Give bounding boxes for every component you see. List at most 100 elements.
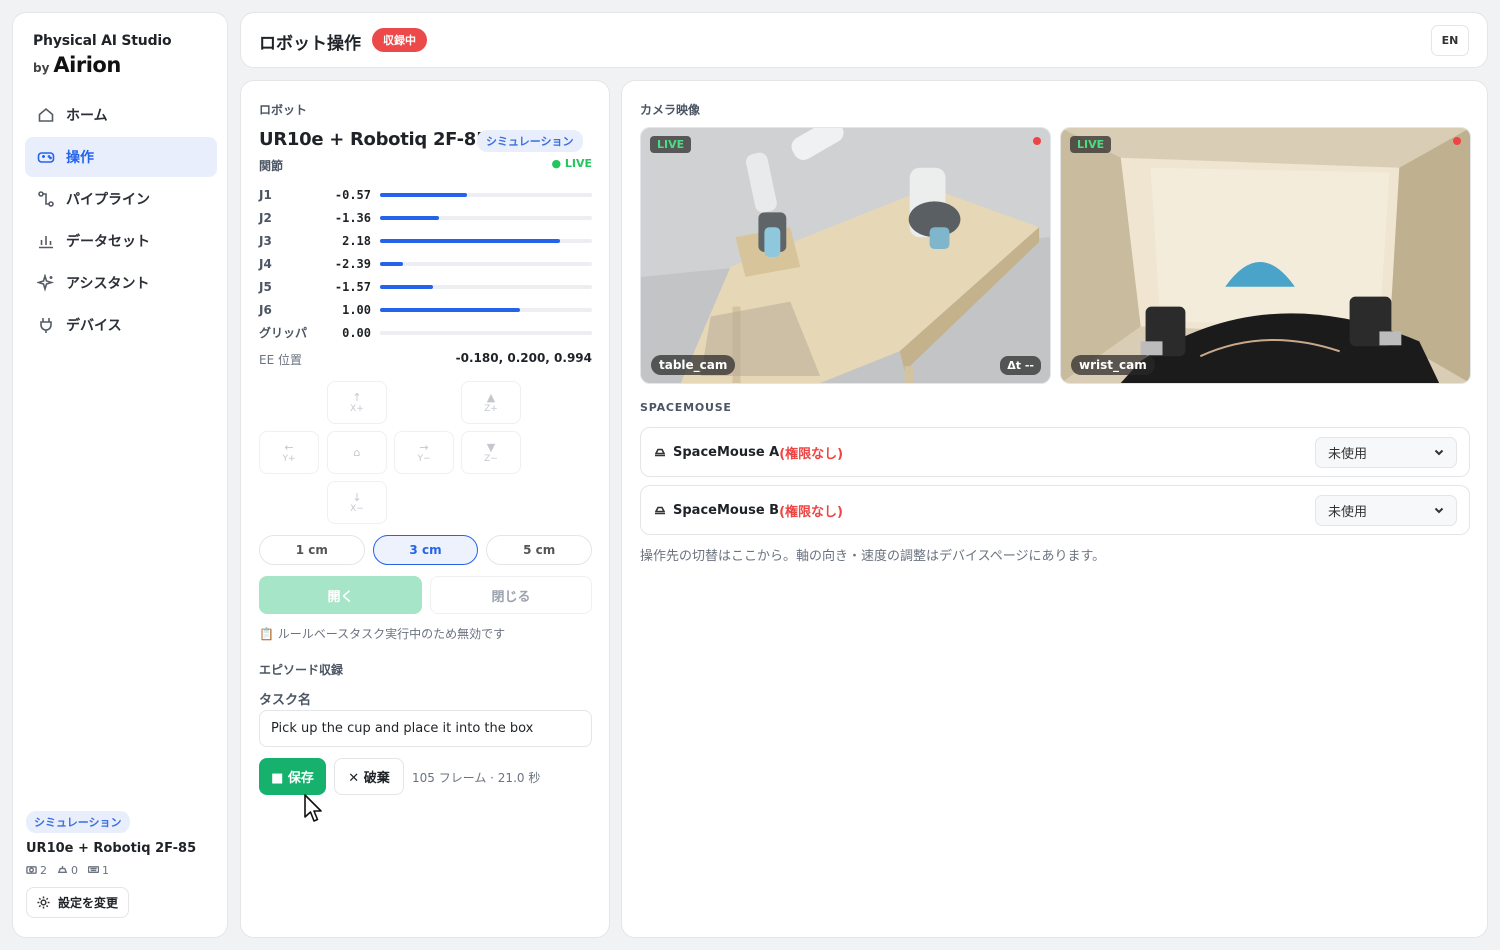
step-3cm-button[interactable]: 3 cm (372, 535, 479, 565)
jog-z-minus-arrow: ▼ (486, 440, 496, 454)
change-settings-button[interactable]: 設定を変更 (26, 887, 130, 918)
joint-value: -2.39 (334, 256, 371, 271)
joint-name: J3 (259, 233, 272, 248)
spacemouse-name: SpaceMouse B (653, 503, 779, 518)
joint-bar-track (380, 307, 592, 312)
sidebar-item-label: アシスタント (66, 276, 150, 292)
gripper-open-button[interactable]: 開く (259, 576, 422, 614)
sidebar-item-label: パイプライン (66, 192, 150, 208)
recording-dot (1453, 137, 1461, 145)
episode-recording-label: エピソード収録 (259, 663, 344, 677)
live-indicator: ● LIVE (551, 157, 592, 170)
chevron-down-icon (1434, 449, 1444, 456)
sidebar: Physical AI Studio by Airion ホーム 操作 パイプライ… (12, 12, 228, 938)
joint-value: -1.57 (334, 279, 371, 294)
camera-section-label: カメラ映像 (640, 103, 701, 117)
jog-z-plus-label: Z+ (484, 403, 498, 414)
mouse-cursor-icon (304, 794, 322, 822)
joint-bar-fill (380, 215, 440, 220)
joint-name: グリッパ (259, 326, 308, 340)
step-1cm-button[interactable]: 1 cm (259, 535, 365, 565)
robot-section-label: ロボット (259, 103, 308, 117)
sidebar-item-dataset[interactable]: データセット (25, 221, 217, 261)
joint-name: J1 (259, 187, 272, 202)
table-cam-image (641, 128, 1050, 383)
step-5cm-button[interactable]: 5 cm (486, 535, 593, 565)
jog-y-plus-button[interactable]: ← Y+ (259, 431, 319, 474)
joint-value: 1.00 (342, 302, 371, 317)
ee-position-label: EE 位置 (259, 353, 302, 367)
spacemouse-row: SpaceMouse B (権限なし) 未使用 (640, 485, 1470, 535)
camera-feed-wrist[interactable]: LIVE wrist_cam (1060, 127, 1471, 384)
wrist-cam-image (1061, 128, 1470, 383)
sidebar-robot-summary: シミュレーション UR10e + Robotiq 2F-85 2 0 1 設定を… (26, 811, 216, 918)
home-icon (38, 107, 54, 122)
jog-x-plus-button[interactable]: ↑ X+ (327, 381, 387, 424)
sidebar-item-label: デバイス (66, 318, 122, 334)
mode-badge: シミュレーション (26, 811, 130, 833)
camera-feed-table[interactable]: LIVE table_cam Δt -- (640, 127, 1051, 384)
gripper-close-button[interactable]: 閉じる (430, 576, 592, 614)
jog-x-plus-arrow: ↑ (352, 390, 362, 404)
home-icon: ⌂ (353, 445, 361, 459)
joint-name: J6 (259, 302, 272, 317)
spacemouse-target-select[interactable]: 未使用 (1315, 436, 1457, 468)
language-toggle-button[interactable]: EN (1431, 25, 1469, 56)
joint-row: J1 -0.57 (259, 183, 592, 206)
spacemouse-name: SpaceMouse A (653, 445, 779, 460)
joint-value: -1.36 (334, 210, 371, 225)
camera-panel: カメラ映像 LIVE table_cam Δt -- LIVE wrist_ca… (621, 80, 1488, 938)
joint-value: 2.18 (342, 233, 371, 248)
sidebar-item-home[interactable]: ホーム (25, 95, 217, 135)
jog-y-plus-arrow: ← (284, 440, 294, 454)
ee-position-value: -0.180, 0.200, 0.994 (455, 351, 592, 365)
robot-name: UR10e + Robotiq 2F-85 (259, 129, 489, 150)
spacemouse-name-text: SpaceMouse B (673, 502, 780, 518)
task-name-input[interactable] (259, 710, 592, 747)
jog-home-button[interactable]: ⌂ (327, 431, 387, 474)
robot-panel: ロボット UR10e + Robotiq 2F-85 シミュレーション 関節 ●… (240, 80, 610, 938)
joint-bar-fill (380, 261, 404, 266)
page-header: ロボット操作 収録中 EN (240, 12, 1488, 68)
jog-z-plus-arrow: ▲ (486, 390, 496, 404)
sidebar-item-label: 操作 (66, 150, 94, 166)
brand-by: by (33, 61, 50, 75)
joint-row: グリッパ 0.00 (259, 321, 592, 344)
jog-y-minus-label: Y− (417, 453, 431, 464)
spacemouse-name-text: SpaceMouse A (673, 444, 780, 460)
joint-value: 0.00 (342, 325, 371, 340)
joint-bar-fill (380, 307, 520, 312)
sidebar-item-pipeline[interactable]: パイプライン (25, 179, 217, 219)
joint-bar-track (380, 192, 592, 197)
jog-z-plus-button[interactable]: ▲ Z+ (461, 381, 521, 424)
chevron-down-icon (1434, 507, 1444, 514)
joint-bar-track (380, 284, 592, 289)
spacemouse-target-select[interactable]: 未使用 (1315, 494, 1457, 526)
spacemouse-icon (57, 865, 68, 873)
camera-count-value: 2 (40, 864, 47, 877)
step-size-selector: 1 cm 3 cm 5 cm (259, 535, 593, 565)
jog-pad: ↑ X+ ▲ Z+ ← Y+ ⌂ → Y− ▼ Z− ↓ X− (259, 381, 592, 526)
sidebar-item-assistant[interactable]: アシスタント (25, 263, 217, 303)
task-name-label: タスク名 (259, 693, 312, 708)
sidebar-item-operation[interactable]: 操作 (25, 137, 217, 177)
save-button[interactable]: ■ 保存 (259, 758, 326, 795)
joint-name: J5 (259, 279, 272, 294)
jog-z-minus-button[interactable]: ▼ Z− (461, 431, 521, 474)
sidebar-item-device[interactable]: デバイス (25, 305, 217, 345)
jog-x-minus-button[interactable]: ↓ X− (327, 481, 387, 524)
sidebar-item-label: データセット (66, 234, 150, 250)
camera-name-label: wrist_cam (1071, 355, 1155, 375)
device-counts: 2 0 1 (26, 864, 216, 877)
recording-dot (1033, 137, 1041, 145)
camera-count: 2 (26, 864, 47, 877)
jog-y-minus-button[interactable]: → Y− (394, 431, 454, 474)
joints-header: 関節 ● LIVE (259, 157, 592, 174)
joint-bar-fill (380, 284, 433, 289)
spacemouse-note: 操作先の切替はここから。軸の向き・速度の調整はデバイスページにあります。 (640, 549, 1106, 564)
discard-button[interactable]: ✕ 破棄 (334, 758, 404, 795)
gamepad-icon (37, 152, 55, 163)
sidebar-item-label: ホーム (66, 108, 108, 124)
joint-row: J6 1.00 (259, 298, 592, 321)
joint-row: J2 -1.36 (259, 206, 592, 229)
